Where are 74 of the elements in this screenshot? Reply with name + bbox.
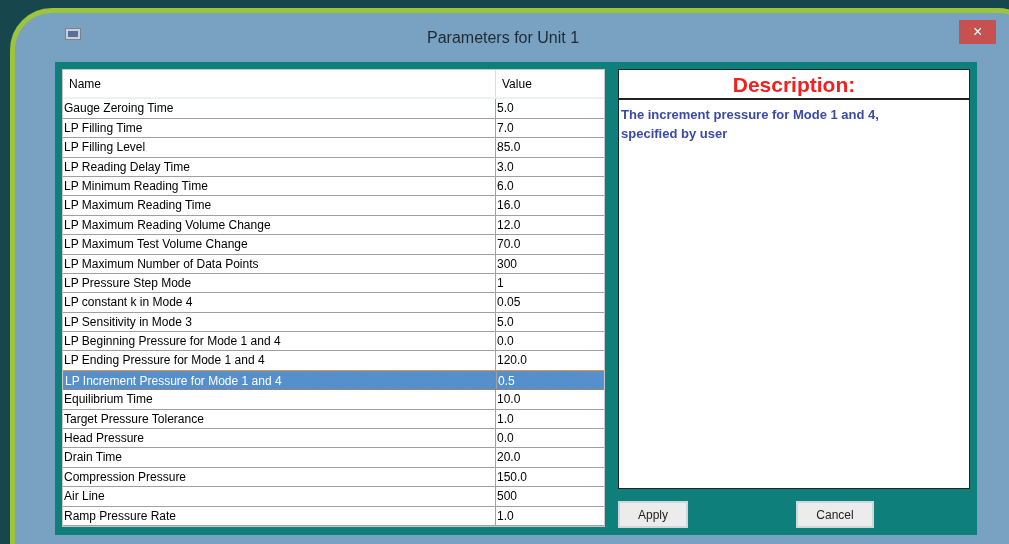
table-row[interactable]: LP Maximum Test Volume Change 70.0 [63,235,604,255]
value-cell-text: 6.0 [496,177,515,195]
name-cell: LP Beginning Pressure for Mode 1 and 4 [63,332,496,351]
name-cell: LP Filling Level [63,138,496,157]
name-cell: LP Increment Pressure for Mode 1 and 4 [64,371,497,390]
table-row[interactable]: Compression Pressure 150.0 [63,467,604,488]
value-cell-text: 1.0 [496,507,515,525]
name-cell: Equilibrium Time [63,390,496,409]
table-row[interactable]: Equilibrium Time 10.0 [63,390,604,410]
table-row[interactable]: Air Line 500 [63,487,604,507]
value-cell-text: 0.0 [496,430,515,448]
name-cell: LP Sensitivity in Mode 3 [63,312,496,332]
value-cell-text: 1.0 [496,410,515,428]
name-cell: LP Ending Pressure for Mode 1 and 4 [63,351,496,370]
cancel-button[interactable]: Cancel [796,501,874,528]
value-cell-text: 7.0 [496,119,515,137]
name-cell: Drain Time [63,448,496,467]
column-header[interactable]: Name [63,70,496,98]
table-row[interactable]: LP Filling Level 85.0 [63,138,604,158]
value-cell-text: 10.0 [496,391,522,409]
name-cell: LP Filling Time [63,118,496,138]
window-title: Parameters for Unit 1 [427,27,580,48]
table-row[interactable]: LP Filling Time 7.0 [63,118,604,139]
value-cell-text: 16.0 [496,197,522,215]
value-cell-text: 5.0 [496,100,515,118]
table-row[interactable]: Target Pressure Tolerance 1.0 [63,409,604,430]
table-row[interactable]: Drain Time 20.0 [63,448,604,468]
name-cell: Compression Pressure [63,467,496,487]
value-cell-text: 3.0 [496,158,515,176]
name-cell: LP Minimum Reading Time [63,176,496,196]
value-cell-text: 70.0 [496,236,522,254]
description-title: Description: [619,70,969,100]
table-row[interactable]: LP Maximum Reading Volume Change 12.0 [63,215,604,236]
name-cell: LP Pressure Step Mode [63,273,496,293]
value-cell-text: 300 [496,255,519,273]
name-cell: LP constant k in Mode 4 [63,293,496,312]
table-row[interactable]: LP Minimum Reading Time 6.0 [63,176,604,197]
table-row[interactable]: LP Pressure Step Mode 1 [63,273,604,294]
name-cell: Air Line [63,487,496,506]
value-cell-text: 150.0 [496,468,529,486]
value-cell-text: 1 [496,274,505,292]
table-row[interactable]: LP Maximum Number of Data Points 300 [63,254,604,274]
name-cell: Target Pressure Tolerance [63,409,496,429]
column-header[interactable]: Value [496,74,532,93]
table-row[interactable]: Ramp Pressure Rate 1.0 [63,506,604,526]
value-cell-text: 0.05 [496,294,522,312]
value-cell-text: 500 [496,488,519,506]
value-cell-text: 0.0 [496,333,515,351]
close-button[interactable]: × [959,20,997,44]
name-cell: LP Maximum Test Volume Change [63,235,496,254]
table-row[interactable]: LP Maximum Reading Time 16.0 [63,196,604,216]
value-cell-text: 85.0 [496,139,522,157]
name-cell: Ramp Pressure Rate [63,506,496,525]
value-cell-text: 0.5 [497,372,516,390]
value-cell-text: 20.0 [496,449,522,467]
table-row[interactable]: LP constant k in Mode 4 0.05 [63,293,604,313]
table-row[interactable]: LP Reading Delay Time 3.0 [63,157,604,177]
name-cell: LP Maximum Reading Time [63,196,496,215]
name-cell: LP Reading Delay Time [63,157,496,176]
table-row[interactable]: LP Ending Pressure for Mode 1 and 4 120.0 [63,351,604,371]
name-cell: Gauge Zeroing Time [63,99,496,118]
value-cell-text: 12.0 [496,216,522,234]
name-cell: LP Maximum Number of Data Points [63,254,496,273]
table-row[interactable]: Gauge Zeroing Time 5.0 [63,99,604,119]
app-icon [65,28,81,40]
value-cell-text: 120.0 [496,352,529,370]
table-row[interactable]: Head Pressure 0.0 [63,429,604,449]
value-cell-text: 5.0 [496,313,515,331]
name-cell: LP Maximum Reading Volume Change [63,215,496,235]
description-text: The increment pressure for Mode 1 and 4, specified by user [620,106,880,143]
name-cell: Head Pressure [63,429,496,448]
apply-button[interactable]: Apply [618,501,688,528]
table-row[interactable]: LP Sensitivity in Mode 3 5.0 [63,312,604,333]
table-row[interactable]: LP Beginning Pressure for Mode 1 and 4 0.0 [63,332,604,352]
